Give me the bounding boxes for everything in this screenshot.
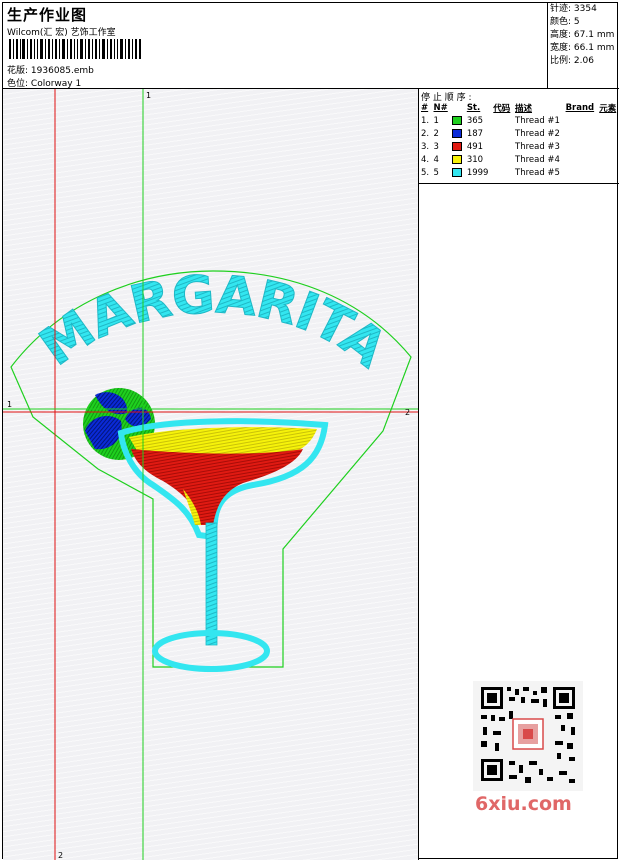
stop-table-header: # N# St. 代码 描述 Brand 元素 <box>419 101 619 114</box>
glass-stem <box>205 522 218 646</box>
spec-panel: 针迹: 3354 颜色: 5 高度: 67.1 mm 宽度: 66.1 mm 比… <box>548 3 619 89</box>
col-brand: Brand <box>565 102 595 113</box>
embroidery-preview: MARGARITA 1 1 2 2 <box>3 89 418 860</box>
guide-label-h1: 1 <box>7 400 12 409</box>
table-row: 4. 4 310 Thread #4 <box>421 154 560 165</box>
col-desc: 描述 <box>515 103 533 114</box>
col-swatch <box>450 101 464 114</box>
table-row: 5. 5 1999 Thread #5 <box>421 167 560 178</box>
thread-swatch <box>452 154 463 164</box>
design-lettering: MARGARITA <box>29 265 397 379</box>
guide-label-v2: 2 <box>58 851 63 860</box>
header-panel: 生产作业图 Wilcom(汇 宏) 艺饰工作室 花版: 1936085.emb … <box>3 3 548 89</box>
page-title: 生产作业图 <box>7 6 88 24</box>
barcode <box>9 39 141 59</box>
design-canvas: MARGARITA 1 1 2 2 <box>3 89 419 860</box>
colorway-value: Colorway 1 <box>30 79 82 89</box>
spec-width: 宽度: 66.1 mm <box>550 43 615 53</box>
col-n: N# <box>433 102 448 113</box>
guide-label-h2: 2 <box>405 408 410 417</box>
production-worksheet: 生产作业图 Wilcom(汇 宏) 艺饰工作室 花版: 1936085.emb … <box>2 2 619 860</box>
colorway-line: 色位: Colorway 1 <box>7 76 81 89</box>
guide-label-v1: 1 <box>146 91 151 100</box>
table-row: 2. 2 187 Thread #2 <box>421 128 560 139</box>
col-element: 元素 <box>599 103 617 114</box>
spec-stitches: 针迹: 3354 <box>550 4 597 14</box>
design-file-line: 花版: 1936085.emb <box>7 63 94 76</box>
col-num: # <box>421 102 429 113</box>
thread-swatch <box>452 141 463 151</box>
design-file-value: 1936085.emb <box>30 66 94 76</box>
table-row: 1. 1 365 Thread #1 <box>421 115 560 126</box>
col-stitches: St. <box>466 102 481 113</box>
col-code: 代码 <box>493 103 511 114</box>
thread-swatch <box>452 128 463 138</box>
table-row: 3. 3 491 Thread #3 <box>421 141 560 152</box>
thread-swatch <box>452 115 463 125</box>
stop-sequence-table: # N# St. 代码 描述 Brand 元素 1. 1 365 Thread … <box>419 101 619 179</box>
thread-swatch <box>452 167 463 177</box>
stop-sequence-panel: 停 止 顺 序 : # N# St. 代码 描述 Brand 元素 1. 1 3… <box>419 89 619 860</box>
watermark-logo: 6xiu.com <box>475 793 572 815</box>
studio-name: Wilcom(汇 宏) 艺饰工作室 <box>7 28 116 38</box>
qr-code <box>473 681 583 791</box>
spec-height: 高度: 67.1 mm <box>550 30 615 40</box>
spec-colors: 颜色: 5 <box>550 17 580 27</box>
stop-table-divider <box>419 183 619 184</box>
design-file-label: 花版: <box>7 66 29 76</box>
spec-scale: 比例: 2.06 <box>550 56 594 66</box>
colorway-label: 色位: <box>7 79 29 89</box>
